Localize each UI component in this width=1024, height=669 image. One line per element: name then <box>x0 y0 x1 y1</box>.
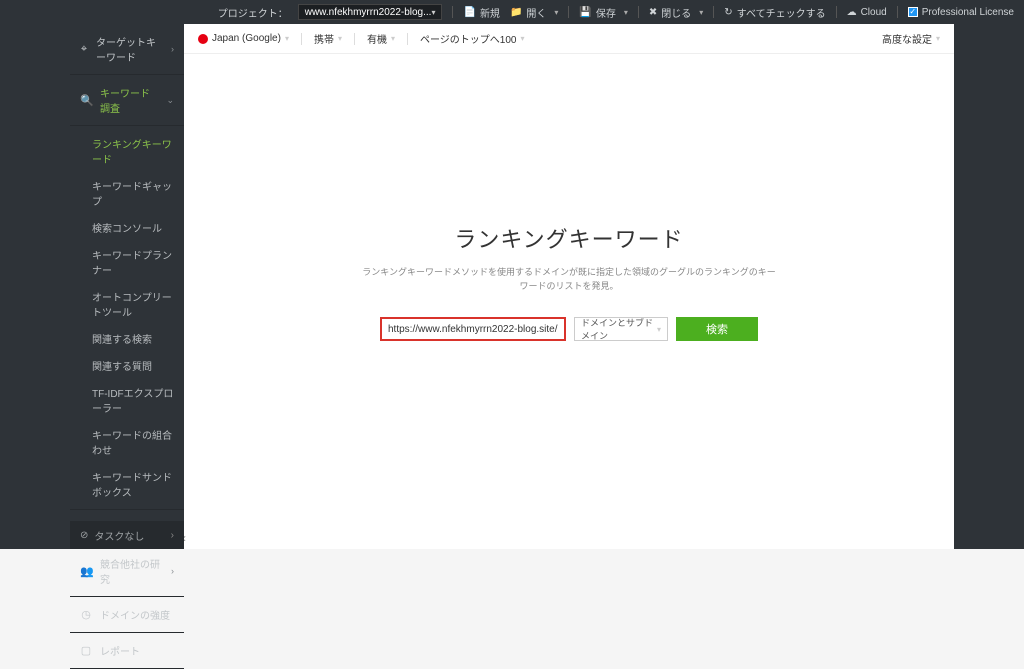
task-label: タスクなし <box>94 528 144 543</box>
close-icon: ✖ <box>649 7 657 18</box>
domain-input[interactable] <box>380 317 566 341</box>
depth-selector[interactable]: ページのトップへ100 ▾ <box>420 31 525 46</box>
subnav-autocomplete[interactable]: オートコンプリートツール <box>70 283 184 325</box>
subnav-tfidf[interactable]: TF-IDFエクスプローラー <box>70 379 184 421</box>
sidebar: ⌖ ターゲットキーワード › 🔍 キーワード調査 ⌄ ランキングキーワード キー… <box>70 24 184 549</box>
refresh-icon: ↻ <box>724 7 732 18</box>
nav-target-label: ターゲットキーワード <box>96 34 163 64</box>
main-content: Japan (Google) ▾ 携帯 ▾ 有機 ▾ ページのトップへ100 ▾… <box>184 24 954 549</box>
hero-description: ランキングキーワードメソッドを使用するドメインが既に指定した領域のグーグルのラン… <box>359 266 779 293</box>
chevron-down-icon: ⌄ <box>166 95 174 106</box>
new-label: 新規 <box>480 5 500 20</box>
organic-selector[interactable]: 有機 ▾ <box>367 31 395 46</box>
content-subheader: Japan (Google) ▾ 携帯 ▾ 有機 ▾ ページのトップへ100 ▾… <box>184 24 954 54</box>
nav-target-keywords[interactable]: ⌖ ターゲットキーワード › <box>70 24 184 75</box>
nav-keyword-research-sub: ランキングキーワード キーワードギャップ 検索コンソール キーワードプランナー … <box>70 126 184 510</box>
people-icon: 👥 <box>80 565 92 578</box>
task-expand[interactable]: › <box>171 530 174 541</box>
save-icon: 💾 <box>579 7 591 18</box>
save-label: 保存 <box>596 5 616 20</box>
chevron-right-icon: › <box>171 44 174 54</box>
subnav-search-console[interactable]: 検索コンソール <box>70 214 184 241</box>
license-label: Professional License <box>922 7 1014 18</box>
search-row: ドメインとサブドメイン ▾ 検索 <box>380 317 758 341</box>
report-icon: ▢ <box>80 644 92 657</box>
close-button[interactable]: ✖ 閉じる <box>649 5 703 20</box>
advanced-settings[interactable]: 高度な設定 ▾ <box>882 31 940 46</box>
search-button[interactable]: 検索 <box>676 317 758 341</box>
depth-label: ページのトップへ100 <box>420 31 517 46</box>
open-label: 開く <box>526 5 546 20</box>
gauge-icon: ◷ <box>80 608 92 621</box>
advanced-label: 高度な設定 <box>882 31 932 46</box>
region-label: Japan (Google) <box>212 33 281 44</box>
scope-selector[interactable]: ドメインとサブドメイン ▾ <box>574 317 668 341</box>
subnav-related-searches[interactable]: 関連する検索 <box>70 325 184 352</box>
project-selector[interactable]: www.nfekhmyrrn2022-blog... ▾ <box>298 4 443 20</box>
nav-domain-strength[interactable]: ◷ ドメインの強度 <box>70 597 184 633</box>
cloud-button[interactable]: ☁ Cloud <box>847 7 887 18</box>
device-label: 携帯 <box>314 31 334 46</box>
nav-report[interactable]: ▢ レポート <box>70 633 184 669</box>
nav-domain-label: ドメインの強度 <box>100 607 170 622</box>
nav-report-label: レポート <box>100 643 140 658</box>
license-indicator[interactable]: ✓ Professional License <box>908 7 1014 18</box>
scope-label: ドメインとサブドメイン <box>581 316 657 342</box>
file-icon: 📄 <box>463 7 475 18</box>
subnav-keyword-combo[interactable]: キーワードの組合わせ <box>70 421 184 463</box>
subnav-keyword-planner[interactable]: キーワードプランナー <box>70 241 184 283</box>
save-button[interactable]: 💾 保存 <box>579 5 627 20</box>
top-toolbar: プロジェクト： www.nfekhmyrrn2022-blog... ▾ 📄 新… <box>0 0 1024 24</box>
new-button[interactable]: 📄 新規 <box>463 5 499 20</box>
search-icon: 🔍 <box>80 94 92 107</box>
right-gutter <box>954 24 1024 549</box>
device-selector[interactable]: 携帯 ▾ <box>314 31 342 46</box>
scroll-left-hint[interactable]: ‹ <box>184 531 186 545</box>
recheck-button[interactable]: ↻ すべてチェックする <box>724 5 825 20</box>
subnav-keyword-sandbox[interactable]: キーワードサンドボックス <box>70 463 184 505</box>
subnav-ranking-keywords[interactable]: ランキングキーワード <box>70 130 184 172</box>
cloud-label: Cloud <box>861 7 887 18</box>
nav-keyword-research[interactable]: 🔍 キーワード調査 ⌄ <box>70 75 184 126</box>
project-label: プロジェクト： <box>218 5 288 20</box>
cloud-icon: ☁ <box>847 7 857 18</box>
project-selector-value: www.nfekhmyrrn2022-blog... <box>305 7 432 18</box>
chevron-right-icon: › <box>171 566 174 576</box>
check-icon: ✓ <box>908 7 918 17</box>
nav-competitor-research[interactable]: 👥 競合他社の研究 › <box>70 546 184 597</box>
target-icon: ⌖ <box>80 43 88 56</box>
subnav-keyword-gap[interactable]: キーワードギャップ <box>70 172 184 214</box>
nav-research-label: キーワード調査 <box>100 85 158 115</box>
left-gutter <box>0 24 70 549</box>
close-label: 閉じる <box>661 5 691 20</box>
hero-panel: ランキングキーワード ランキングキーワードメソッドを使用するドメインが既に指定し… <box>184 54 954 549</box>
task-bar: ⊘ タスクなし › <box>70 521 184 549</box>
folder-icon: 📁 <box>510 7 522 18</box>
hero-title: ランキングキーワード <box>454 222 683 254</box>
flag-japan-icon <box>198 34 208 44</box>
recheck-label: すべてチェックする <box>737 5 826 20</box>
open-button[interactable]: 📁 開く <box>510 5 558 20</box>
region-selector[interactable]: Japan (Google) ▾ <box>198 33 289 44</box>
subnav-related-questions[interactable]: 関連する質問 <box>70 352 184 379</box>
task-icon: ⊘ <box>80 530 88 541</box>
organic-label: 有機 <box>367 31 387 46</box>
